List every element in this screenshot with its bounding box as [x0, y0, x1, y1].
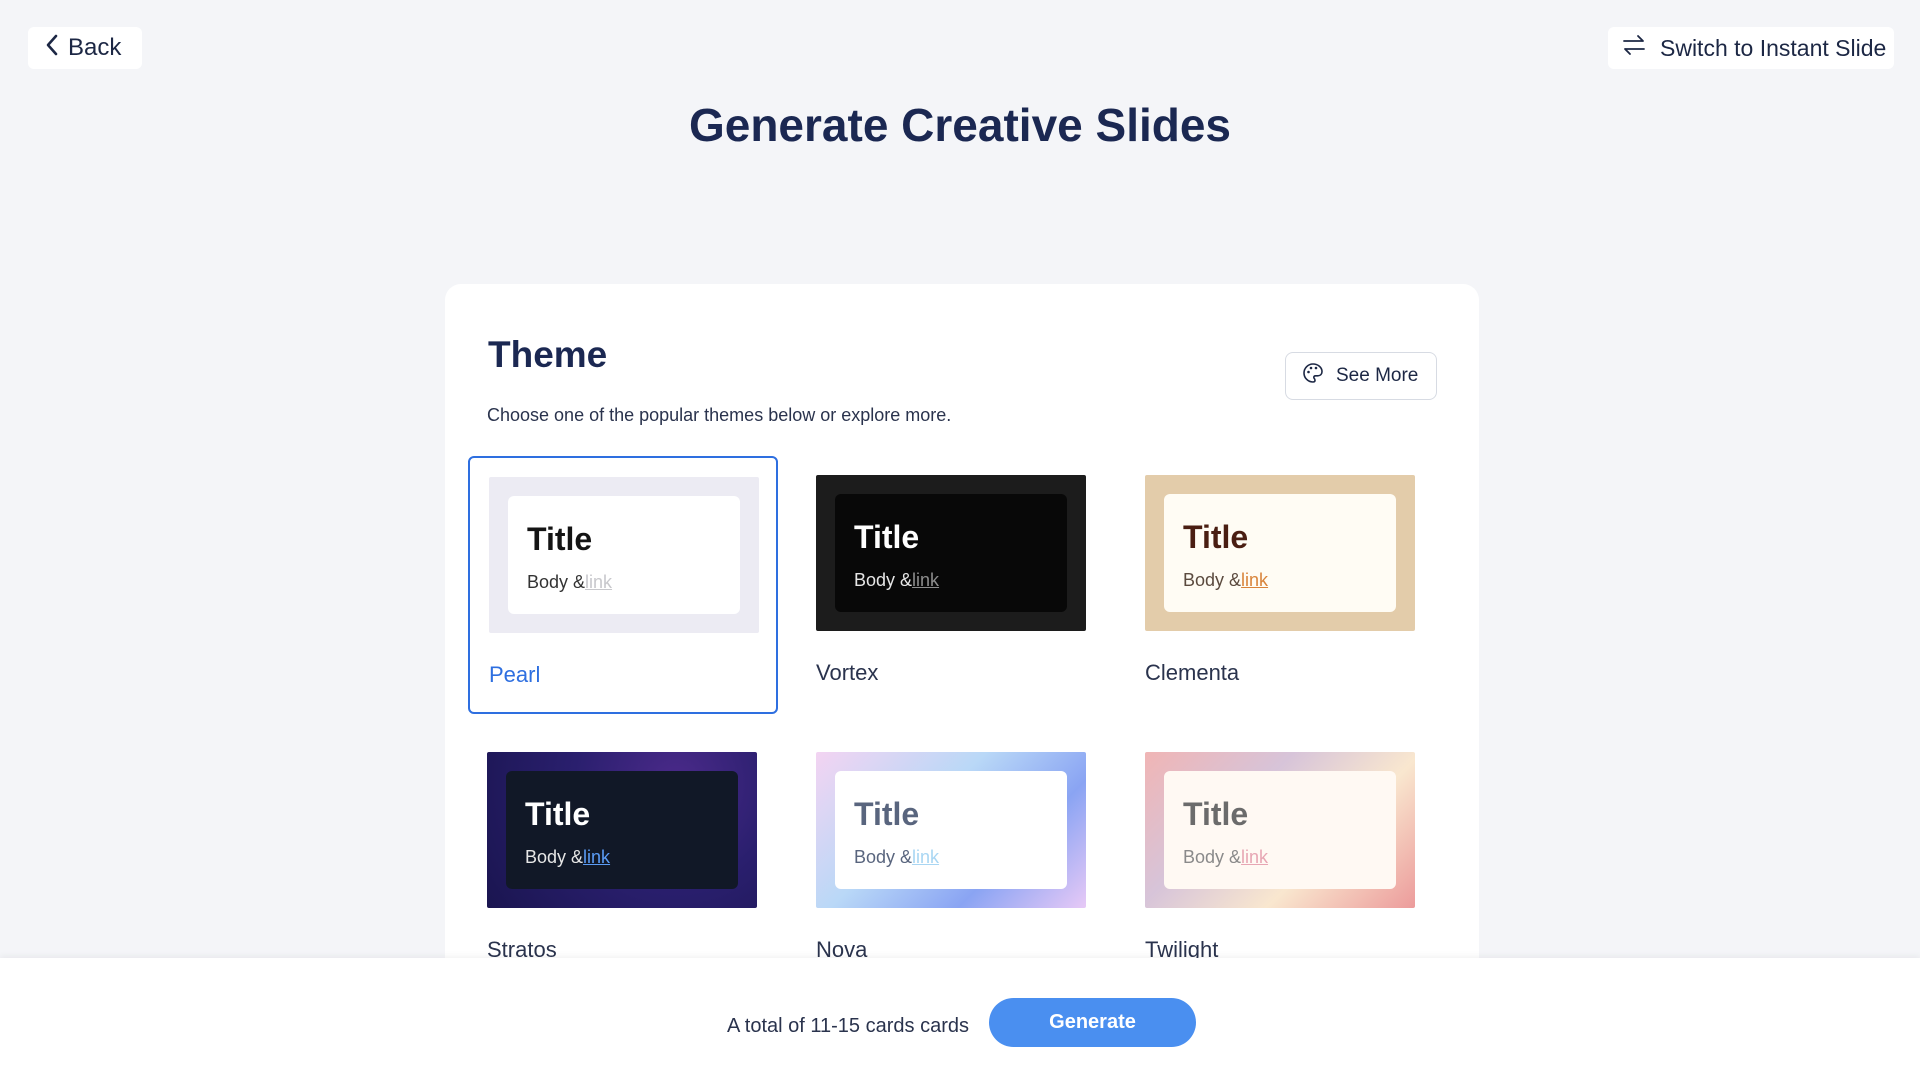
- preview-body-text: Body &: [854, 570, 913, 590]
- theme-preview-card: Title Body &link: [835, 771, 1067, 889]
- page-title: Generate Creative Slides: [688, 99, 1232, 151]
- theme-card-twilight[interactable]: Title Body &link Twilight: [1126, 733, 1436, 991]
- theme-card-pearl[interactable]: Title Body &link Pearl: [468, 456, 778, 714]
- theme-preview: Title Body &link: [489, 477, 759, 633]
- preview-title: Title: [854, 796, 920, 832]
- swap-arrows-icon: [1622, 34, 1646, 62]
- theme-preview: Title Body &link: [816, 475, 1086, 631]
- preview-link: link: [912, 570, 940, 590]
- back-label: Back: [68, 34, 122, 61]
- preview-body: Body &link: [854, 570, 1067, 591]
- palette-icon: [1302, 362, 1324, 390]
- theme-card-clementa[interactable]: Title Body &link Clementa: [1126, 456, 1436, 714]
- theme-preview-card: Title Body &link: [835, 494, 1067, 612]
- theme-preview-card: Title Body &link: [1164, 771, 1396, 889]
- preview-title: Title: [525, 796, 591, 832]
- preview-body-text: Body &: [527, 572, 586, 592]
- theme-preview-card: Title Body &link: [506, 771, 738, 889]
- preview-body: Body &link: [525, 847, 738, 868]
- theme-preview: Title Body &link: [1145, 752, 1415, 908]
- switch-to-instant-slide-button[interactable]: Switch to Instant Slide: [1608, 27, 1894, 69]
- theme-preview-card: Title Body &link: [508, 496, 740, 614]
- preview-body-text: Body &: [525, 847, 584, 867]
- preview-body: Body &link: [1183, 847, 1396, 868]
- chevron-left-icon: [44, 34, 60, 63]
- theme-preview: Title Body &link: [816, 752, 1086, 908]
- preview-link: link: [1241, 847, 1269, 867]
- preview-link: link: [1241, 570, 1269, 590]
- preview-title: Title: [1183, 519, 1249, 555]
- theme-heading: Theme: [488, 334, 608, 375]
- theme-name: Vortex: [816, 660, 879, 685]
- preview-title: Title: [854, 519, 920, 555]
- switch-label: Switch to Instant Slide: [1660, 34, 1887, 61]
- preview-link: link: [912, 847, 940, 867]
- theme-name: Clementa: [1145, 660, 1240, 685]
- preview-body: Body &link: [1183, 570, 1396, 591]
- preview-body: Body &link: [854, 847, 1067, 868]
- theme-card-stratos[interactable]: Title Body &link Stratos: [468, 733, 778, 991]
- preview-body-text: Body &: [1183, 847, 1242, 867]
- theme-preview-card: Title Body &link: [1164, 494, 1396, 612]
- preview-body: Body &link: [527, 572, 740, 593]
- preview-title: Title: [1183, 796, 1249, 832]
- theme-card-nova[interactable]: Title Body &link Nova: [797, 733, 1107, 991]
- theme-preview: Title Body &link: [1145, 475, 1415, 631]
- preview-link: link: [583, 847, 611, 867]
- app-root: Back Switch to Instant Slide Generate Cr…: [0, 0, 1920, 1080]
- bottom-action-bar: A total of 11-15 cards cards Generate: [0, 958, 1920, 1080]
- theme-preview: Title Body &link: [487, 752, 757, 908]
- preview-title: Title: [527, 521, 593, 557]
- theme-card-vortex[interactable]: Title Body &link Vortex: [797, 456, 1107, 714]
- see-more-label: See More: [1336, 365, 1419, 386]
- back-button[interactable]: Back: [28, 27, 142, 69]
- preview-link: link: [585, 572, 613, 592]
- see-more-button[interactable]: See More: [1285, 352, 1437, 400]
- theme-name: Pearl: [489, 662, 541, 687]
- card-count-text: A total of 11-15 cards cards: [727, 1015, 969, 1037]
- preview-body-text: Body &: [854, 847, 913, 867]
- theme-subtitle: Choose one of the popular themes below o…: [487, 405, 952, 425]
- generate-button[interactable]: Generate: [989, 998, 1196, 1047]
- preview-body-text: Body &: [1183, 570, 1242, 590]
